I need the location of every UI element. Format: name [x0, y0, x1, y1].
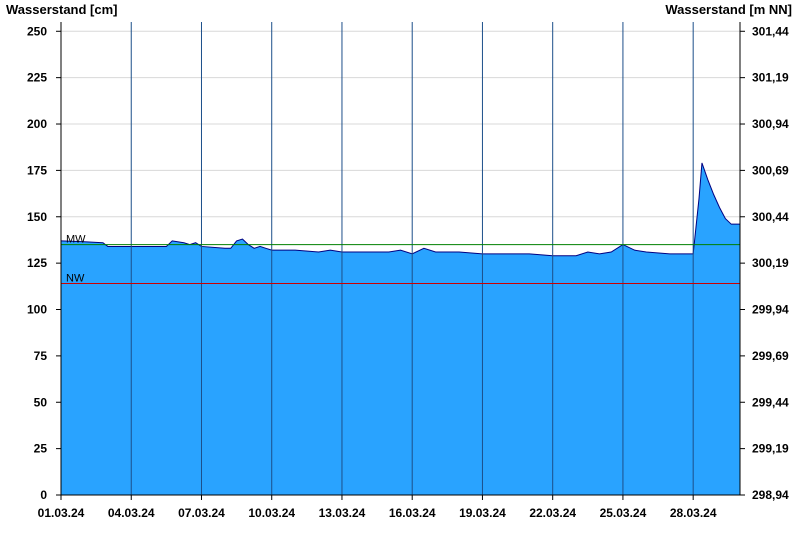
left-tick-label: 75	[34, 349, 48, 363]
chart-canvas: MW NW 0 25 50 75 100 125 150 175 200 225 250 298,94 29…	[6, 2, 792, 520]
x-tick-label: 25.03.24	[600, 506, 647, 520]
x-tick-label: 28.03.24	[670, 506, 717, 520]
right-tick-label: 299,69	[752, 349, 789, 363]
right-tick-label: 299,19	[752, 442, 789, 456]
right-axis-title: Wasserstand [m NN]	[665, 2, 792, 17]
right-tick-label: 300,94	[752, 117, 789, 131]
right-tick-label: 300,19	[752, 256, 789, 270]
x-tick-label: 04.03.24	[108, 506, 155, 520]
right-tick-label: 301,44	[752, 24, 789, 38]
right-tick-label: 299,94	[752, 303, 789, 317]
left-tick-label: 225	[27, 71, 47, 85]
x-tick-label: 01.03.24	[38, 506, 85, 520]
left-axis-title: Wasserstand [cm]	[6, 2, 118, 17]
reference-label-mw: MW	[66, 234, 86, 246]
reference-label-nw: NW	[66, 273, 85, 285]
left-tick-label: 125	[27, 256, 47, 270]
x-tick-label: 13.03.24	[319, 506, 366, 520]
right-tick-label: 301,19	[752, 71, 789, 85]
x-tick-label: 07.03.24	[178, 506, 225, 520]
right-tick-label: 300,44	[752, 210, 789, 224]
left-tick-label: 150	[27, 210, 47, 224]
left-tick-label: 175	[27, 163, 47, 177]
left-tick-label: 100	[27, 303, 47, 317]
right-tick-label: 298,94	[752, 488, 789, 502]
x-tick-label: 10.03.24	[248, 506, 295, 520]
left-tick-label: 200	[27, 117, 47, 131]
left-tick-label: 50	[34, 395, 48, 409]
x-tick-label: 16.03.24	[389, 506, 436, 520]
right-tick-label: 300,69	[752, 163, 789, 177]
left-tick-label: 0	[40, 488, 47, 502]
water-level-chart: MW NW 0 25 50 75 100 125 150 175 200 225 250 298,94 29…	[0, 0, 800, 550]
x-tick-label: 22.03.24	[529, 506, 576, 520]
x-tick-label: 19.03.24	[459, 506, 506, 520]
left-tick-label: 250	[27, 24, 47, 38]
right-tick-label: 299,44	[752, 395, 789, 409]
left-tick-label: 25	[34, 442, 48, 456]
